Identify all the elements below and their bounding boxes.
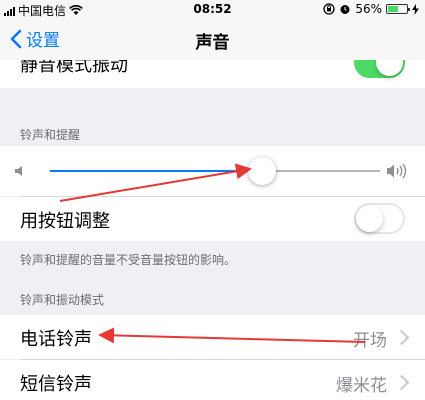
battery-icon bbox=[386, 4, 410, 14]
volume-slider-thumb[interactable] bbox=[248, 157, 276, 185]
vibrate-silent-row: 静音模式振动 bbox=[0, 60, 425, 88]
status-right: 56% bbox=[323, 2, 419, 16]
battery-percent: 56% bbox=[355, 2, 382, 16]
text-tone-label: 短信铃声 bbox=[20, 374, 92, 395]
volume-slider-fill bbox=[50, 170, 262, 172]
ringer-footnote: 铃声和提醒的音量不受音量按钮的影响。 bbox=[20, 253, 237, 267]
status-bar: 中国电信 08:52 56% bbox=[0, 0, 425, 20]
rotation-lock-icon bbox=[323, 3, 335, 15]
vibrate-silent-toggle[interactable] bbox=[354, 60, 405, 78]
volume-low-icon bbox=[15, 166, 22, 176]
alarm-icon bbox=[340, 5, 350, 14]
navigation-bar: 设置 声音 bbox=[0, 20, 425, 60]
ringtone-value: 开场 bbox=[353, 331, 387, 351]
chevron-right-icon bbox=[393, 374, 410, 391]
page-title: 声音 bbox=[195, 33, 230, 53]
volume-slider-track[interactable] bbox=[262, 170, 380, 172]
patterns-section-header: 铃声和振动模式 bbox=[20, 293, 105, 307]
ringtone-label: 电话铃声 bbox=[20, 329, 92, 350]
adjust-with-buttons-label: 用按钮调整 bbox=[20, 211, 110, 232]
chevron-right-icon bbox=[393, 329, 410, 346]
text-tone-value: 爆米花 bbox=[336, 376, 387, 396]
vibrate-silent-label: 静音模式振动 bbox=[20, 60, 128, 76]
ringer-section-header: 铃声和提醒 bbox=[20, 128, 81, 142]
ringtone-row[interactable]: 电话铃声 开场 bbox=[0, 315, 425, 359]
volume-high-icon bbox=[387, 163, 407, 179]
adjust-with-buttons-row: 用按钮调整 bbox=[0, 197, 425, 241]
text-tone-row[interactable]: 短信铃声 爆米花 bbox=[0, 360, 425, 400]
adjust-with-buttons-toggle[interactable] bbox=[354, 203, 405, 234]
charging-icon bbox=[412, 3, 419, 15]
